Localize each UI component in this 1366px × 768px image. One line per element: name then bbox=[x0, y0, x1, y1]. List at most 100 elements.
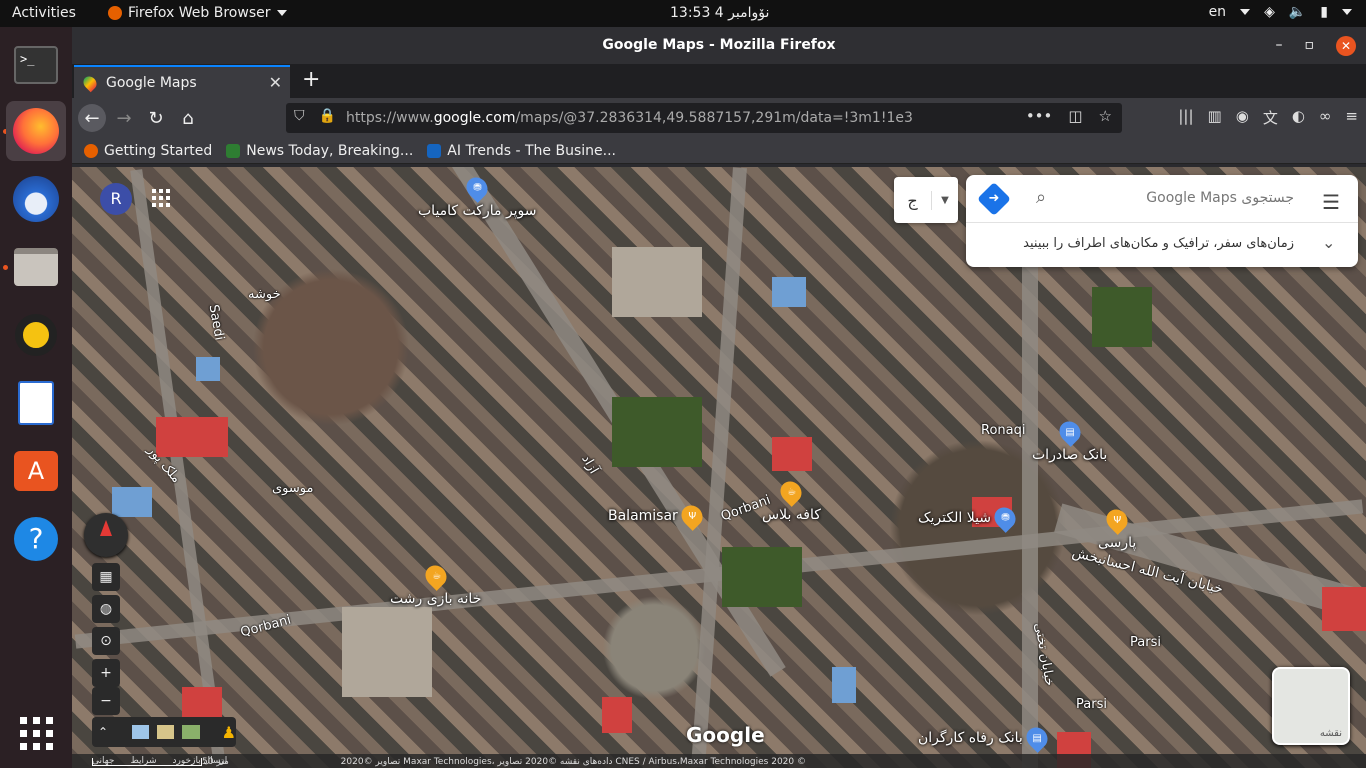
red-roof bbox=[772, 437, 812, 471]
zoom-out-icon[interactable]: − bbox=[92, 687, 120, 715]
poi-supermarket[interactable]: ⛃ سوپر مارکت کامیاب bbox=[418, 173, 537, 219]
lock-icon[interactable]: 🔒 bbox=[319, 108, 336, 124]
street-label: موسوی bbox=[272, 481, 314, 496]
transit-layer-thumb[interactable] bbox=[157, 725, 175, 739]
bookmark-label: News Today, Breaking... bbox=[246, 142, 414, 159]
files-icon bbox=[14, 248, 58, 286]
chevron-down-icon bbox=[1342, 9, 1352, 15]
software-launcher[interactable]: A bbox=[6, 441, 66, 501]
maximize-icon[interactable]: ▫ bbox=[1305, 27, 1315, 64]
bookmark-star-icon[interactable]: ☆ bbox=[1099, 107, 1112, 125]
chevron-down-icon[interactable]: ▼ bbox=[932, 195, 958, 206]
green-area bbox=[612, 397, 702, 467]
layers-bar[interactable]: ⌃ ♟ bbox=[92, 717, 236, 747]
zoom-in-icon[interactable]: + bbox=[92, 659, 120, 687]
poi-balamisar[interactable]: Balamisar Ψ bbox=[608, 501, 707, 531]
extension-icon[interactable]: ◐ bbox=[1292, 107, 1305, 128]
poi-bank-saderat[interactable]: ▤ بانک صادرات bbox=[1032, 417, 1107, 463]
minimize-icon[interactable]: – bbox=[1276, 27, 1283, 64]
files-launcher[interactable] bbox=[6, 237, 66, 297]
bookmark-ai-trends[interactable]: AI Trends - The Busine... bbox=[427, 143, 616, 159]
ai-trends-favicon bbox=[427, 143, 442, 158]
empty-lot bbox=[342, 607, 432, 697]
bank-icon: ▤ bbox=[1021, 723, 1052, 753]
help-launcher[interactable]: ? bbox=[6, 509, 66, 569]
rhythmbox-icon bbox=[15, 314, 57, 356]
language-indicator[interactable]: en bbox=[1209, 4, 1227, 20]
empty-lot bbox=[612, 247, 702, 317]
chevron-down-icon[interactable]: ⌄ bbox=[1322, 233, 1335, 252]
terrain-layer-thumb[interactable] bbox=[182, 725, 200, 739]
translate-icon[interactable]: 文 bbox=[1263, 107, 1278, 128]
terminal-launcher[interactable]: >_ bbox=[6, 35, 66, 95]
clock[interactable]: 13:53 4 نۆوامبر bbox=[670, 5, 769, 21]
library-icon[interactable]: ||| bbox=[1178, 107, 1193, 128]
document-icon bbox=[18, 381, 54, 425]
google-logo: Google bbox=[686, 723, 765, 747]
window-titlebar[interactable]: Google Maps - Mozilla Firefox – ▫ ✕ bbox=[72, 27, 1366, 64]
bookmark-news-today[interactable]: News Today, Breaking... bbox=[226, 143, 413, 159]
explore-nearby-row[interactable]: زمان‌های سفر، ترافیک و مکان‌های اطراف را… bbox=[966, 223, 1358, 267]
scale-label[interactable]: 50 متر bbox=[202, 757, 229, 767]
tab-strip: Google Maps ✕ + bbox=[72, 64, 1366, 98]
traffic-layer-thumb[interactable] bbox=[132, 725, 150, 739]
menu-icon[interactable]: ☰ bbox=[1322, 190, 1340, 214]
map-view-toggle[interactable]: نقشه bbox=[1272, 667, 1350, 745]
tracking-protection-icon[interactable]: ⛉ bbox=[294, 108, 305, 124]
globe-icon[interactable]: ◍ bbox=[92, 595, 120, 623]
expand-layers-icon[interactable]: ⌃ bbox=[98, 725, 108, 739]
thunderbird-launcher[interactable] bbox=[6, 169, 66, 229]
poi-parsi[interactable]: Ψ پارسی bbox=[1098, 505, 1136, 551]
sidebar-icon[interactable]: ▥ bbox=[1208, 107, 1222, 128]
scale-bar[interactable] bbox=[92, 758, 202, 766]
close-tab-icon[interactable]: ✕ bbox=[269, 73, 282, 92]
poi-bank-refah[interactable]: بانک رفاه کارگران ▤ bbox=[918, 723, 1052, 753]
directions-icon[interactable]: ➜ bbox=[977, 182, 1011, 216]
red-roof bbox=[602, 697, 632, 733]
system-top-bar: Activities Firefox Web Browser 13:53 4 ن… bbox=[0, 0, 1366, 27]
satellite-map[interactable]: Ronaqi Qorbani Qorbani Parsi Parsi خیابا… bbox=[72, 167, 1366, 768]
street-label: Parsi bbox=[1130, 635, 1161, 650]
software-store-icon: A bbox=[14, 451, 58, 491]
url-bar[interactable]: ⛉ 🔒 https://www. google.com/maps/@37.2836… bbox=[286, 103, 1122, 133]
account-icon[interactable]: ◉ bbox=[1236, 107, 1249, 128]
forward-icon[interactable]: → bbox=[110, 104, 138, 132]
menu-icon[interactable]: ≡ bbox=[1345, 107, 1358, 128]
network-icon: ◈ bbox=[1264, 4, 1275, 20]
tilt-grid-icon[interactable]: ▦ bbox=[92, 563, 120, 591]
url-prefix: https://www. bbox=[346, 110, 434, 126]
input-tools-button[interactable]: ج ▼ bbox=[894, 177, 958, 223]
rhythmbox-launcher[interactable] bbox=[6, 305, 66, 365]
pocket-icon[interactable]: ◫ bbox=[1068, 107, 1082, 125]
firefox-launcher[interactable] bbox=[6, 101, 66, 161]
search-input[interactable]: جستجوی Google Maps bbox=[1146, 190, 1294, 206]
my-location-icon[interactable]: ⊙ bbox=[92, 627, 120, 655]
system-tray[interactable]: en ◈ 🔈 ▮ bbox=[1209, 4, 1352, 20]
compass-icon[interactable] bbox=[84, 513, 128, 557]
show-applications-button[interactable] bbox=[6, 703, 66, 763]
app-menu[interactable]: Firefox Web Browser bbox=[108, 5, 287, 21]
new-tab-icon[interactable]: + bbox=[302, 67, 320, 92]
blue-roof bbox=[112, 487, 152, 517]
writer-launcher[interactable] bbox=[6, 373, 66, 433]
poi-shila-electric[interactable]: شیلا الکتریک ⛃ bbox=[918, 503, 1020, 533]
google-apps-icon[interactable] bbox=[152, 189, 170, 207]
home-icon[interactable]: ⌂ bbox=[174, 104, 202, 132]
search-box[interactable]: ☰ جستجوی Google Maps ⌕ ➜ bbox=[966, 175, 1358, 223]
search-icon[interactable]: ⌕ bbox=[1036, 187, 1046, 208]
extension-infinity-icon[interactable]: ∞ bbox=[1319, 107, 1332, 128]
bookmark-getting-started[interactable]: Getting Started bbox=[84, 143, 212, 159]
reload-icon[interactable]: ↻ bbox=[142, 104, 170, 132]
account-avatar[interactable]: R bbox=[100, 183, 132, 215]
pegman-icon[interactable]: ♟ bbox=[222, 723, 236, 742]
tab-google-maps[interactable]: Google Maps ✕ bbox=[74, 65, 290, 98]
activities-button[interactable]: Activities bbox=[12, 5, 76, 21]
poi-play-house[interactable]: ☕ خانه بازی رشت bbox=[390, 561, 481, 607]
poi-cafe-blas[interactable]: ☕ کافه بلاس bbox=[762, 477, 821, 523]
street-label: Saedi bbox=[205, 303, 227, 342]
close-window-icon[interactable]: ✕ bbox=[1336, 35, 1356, 56]
back-icon[interactable]: ← bbox=[78, 104, 106, 132]
window-title: Google Maps - Mozilla Firefox bbox=[602, 37, 836, 53]
page-actions-icon[interactable]: ••• bbox=[1026, 107, 1053, 125]
firefox-favicon bbox=[84, 143, 98, 158]
